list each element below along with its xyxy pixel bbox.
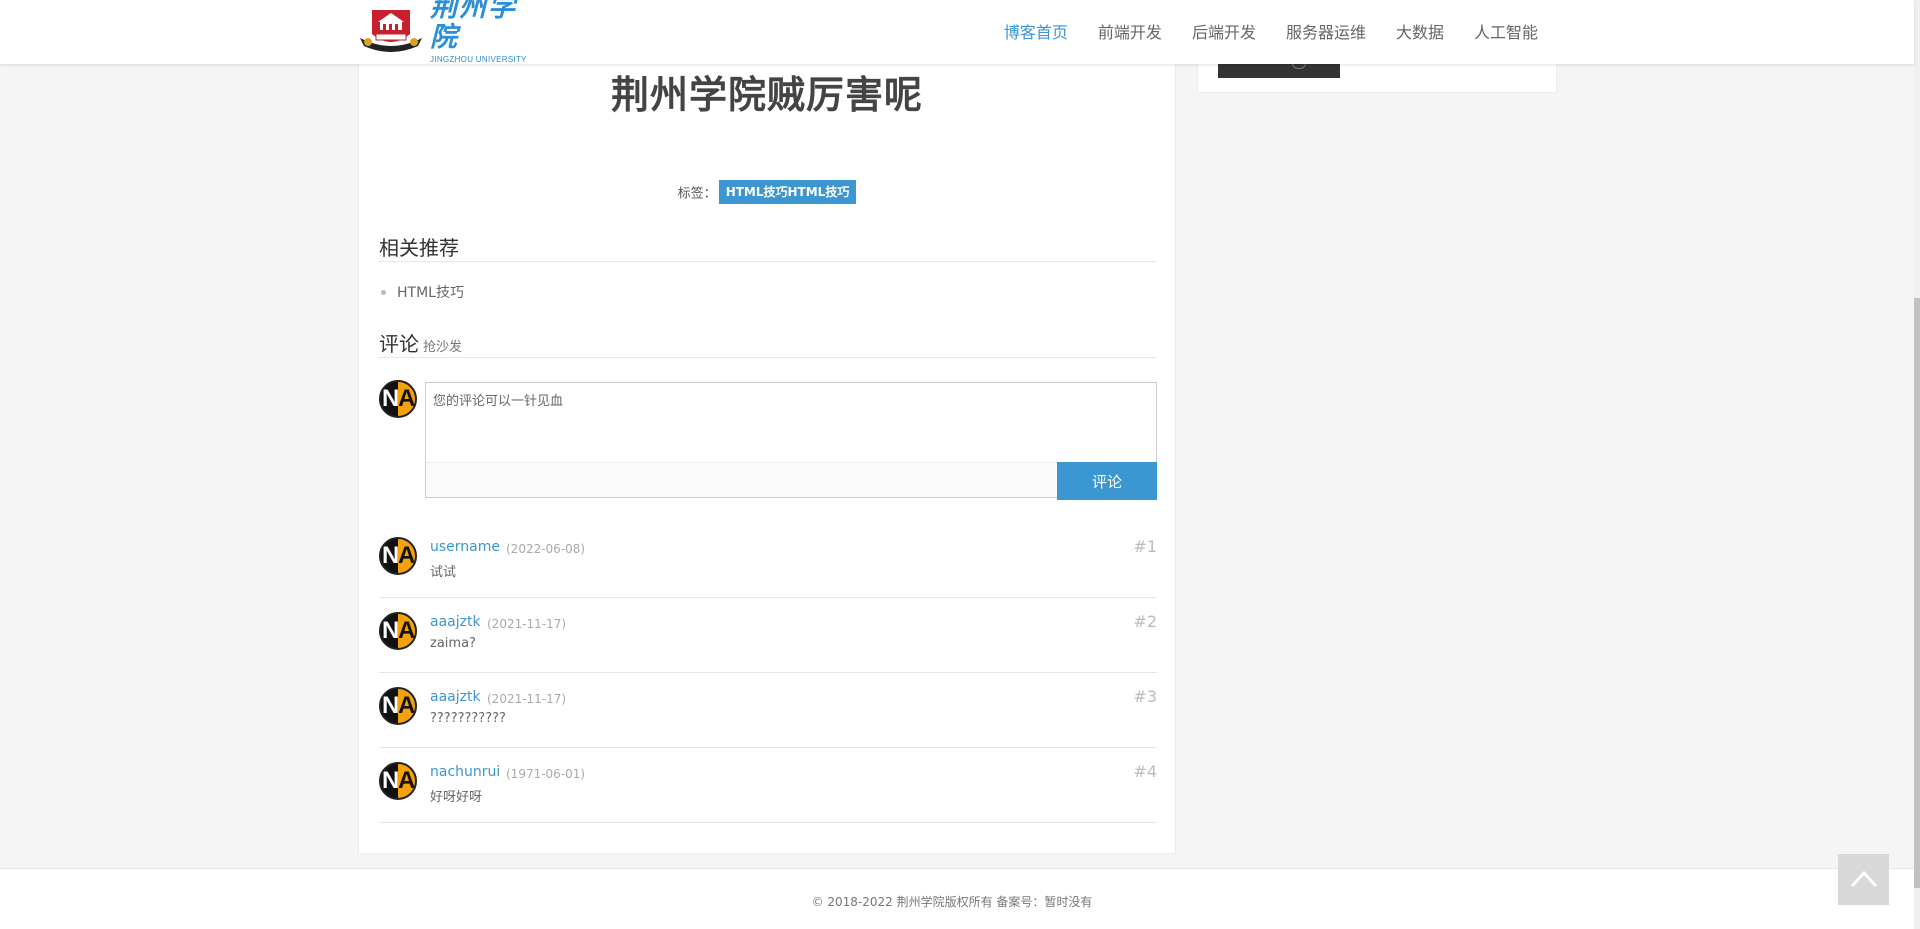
avatar: NA: [379, 687, 417, 725]
comments-subheading: 抢沙发: [423, 340, 463, 355]
comment-username[interactable]: aaajztk: [430, 614, 481, 630]
nav-item-ops[interactable]: 服务器运维: [1286, 19, 1366, 43]
copyright-text: © 2018-2022 荆州学院版权所有 备案号：暂时没有: [811, 895, 1093, 909]
avatar: NA: [379, 612, 417, 650]
comment-date: (2021-11-17): [487, 617, 567, 631]
university-emblem-icon: [358, 4, 424, 54]
comment-item: NA nachunrui (1971-06-01) 好呀好呀 #4: [379, 748, 1157, 823]
site-logo[interactable]: 荆州学院 JINGZHOU UNIVERSITY: [358, 0, 542, 64]
current-user-avatar: NA: [379, 380, 417, 418]
logo-chinese-name: 荆州学院: [430, 0, 517, 53]
top-navbar: 荆州学院 JINGZHOU UNIVERSITY 博客首页 前端开发 后端开发 …: [0, 0, 1914, 64]
comment-username[interactable]: nachunrui: [430, 764, 500, 780]
article-tags: 标签： HTML技巧HTML技巧: [359, 180, 1175, 204]
related-item[interactable]: HTML技巧: [379, 282, 464, 302]
article-panel: 荆州学院贼厉害呢 标签： HTML技巧HTML技巧 相关推荐 HTML技巧 评论抢…: [358, 40, 1176, 854]
comments-heading-text: 评论: [379, 332, 419, 356]
comment-date: (2021-11-17): [487, 692, 567, 706]
back-to-top-button[interactable]: [1838, 854, 1889, 905]
comment-form: 评论: [425, 382, 1157, 500]
comment-item: NA aaajztk (2021-11-17) zaima? #2: [379, 598, 1157, 673]
related-heading: 相关推荐: [379, 232, 1157, 262]
chevron-up-icon: [1850, 870, 1878, 888]
comment-item: NA aaajztk (2021-11-17) ??????????? #3: [379, 673, 1157, 748]
related-list: HTML技巧: [379, 282, 464, 302]
page-scrollbar-thumb[interactable]: [1914, 298, 1920, 888]
related-heading-text: 相关推荐: [379, 236, 459, 260]
logo-english-name: JINGZHOU UNIVERSITY: [430, 55, 527, 64]
comment-number: #4: [1133, 762, 1157, 781]
comment-text: 好呀好呀: [430, 790, 483, 805]
comment-number: #1: [1133, 537, 1157, 556]
comment-number: #2: [1133, 612, 1157, 631]
comment-number: #3: [1133, 687, 1157, 706]
comment-item: NA username (2022-06-08) 试试 #1: [379, 523, 1157, 598]
comment-username[interactable]: username: [430, 539, 500, 555]
nav-item-blog-home[interactable]: 博客首页: [1004, 19, 1068, 43]
avatar: NA: [379, 537, 417, 575]
main-nav: 博客首页 前端开发 后端开发 服务器运维 大数据 人工智能: [974, 0, 1538, 62]
nav-item-backend[interactable]: 后端开发: [1192, 19, 1256, 43]
comment-input[interactable]: [426, 383, 1156, 463]
comment-date: (1971-06-01): [506, 767, 586, 781]
nav-item-ai[interactable]: 人工智能: [1474, 19, 1538, 43]
tag-badge[interactable]: HTML技巧HTML技巧: [718, 180, 857, 204]
comment-username[interactable]: aaajztk: [430, 689, 481, 705]
nav-item-frontend[interactable]: 前端开发: [1098, 19, 1162, 43]
comments-heading: 评论 抢沙发: [379, 328, 1157, 358]
submit-comment-button[interactable]: 评论: [1057, 462, 1157, 500]
comment-text: zaima?: [430, 636, 476, 651]
avatar: NA: [379, 762, 417, 800]
comment-text: ???????????: [430, 711, 506, 726]
tags-label: 标签：: [677, 186, 717, 202]
site-footer: © 2018-2022 荆州学院版权所有 备案号：暂时没有: [0, 868, 1914, 929]
nav-item-big-data[interactable]: 大数据: [1396, 19, 1444, 43]
comment-date: (2022-06-08): [506, 542, 586, 556]
comment-text: 试试: [430, 565, 457, 580]
article-title: 荆州学院贼厉害呢: [610, 73, 923, 117]
